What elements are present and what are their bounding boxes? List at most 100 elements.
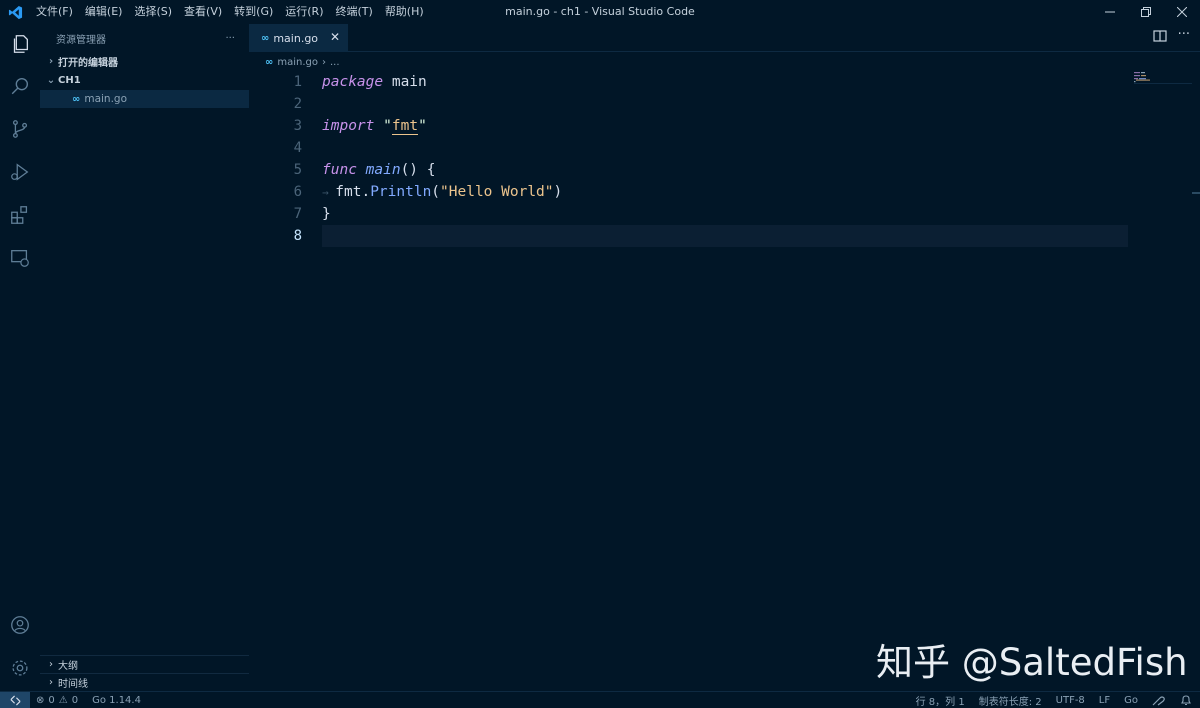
code-line[interactable]: import "fmt": [322, 115, 1128, 137]
accounts-button[interactable]: [0, 607, 40, 643]
code-line[interactable]: }: [322, 203, 1128, 225]
line-number: 3: [293, 118, 302, 134]
encoding[interactable]: UTF-8: [1056, 695, 1085, 706]
go-version[interactable]: Go 1.14.4: [92, 695, 141, 706]
editor-actions: ···: [1152, 28, 1190, 44]
code-line-current[interactable]: [322, 225, 1128, 247]
watermark: 知乎 @SaltedFish: [876, 641, 1188, 684]
quote-token: ": [383, 118, 392, 134]
extensions-button[interactable]: [0, 197, 40, 233]
quote-token: ": [418, 118, 427, 134]
menu-view[interactable]: 查看(V): [178, 0, 228, 24]
code-line[interactable]: → fmt.Println("Hello World"): [322, 181, 1128, 203]
scrollbar-marker[interactable]: [1192, 192, 1200, 194]
folder-label: CH1: [58, 75, 81, 86]
code-line[interactable]: package main: [322, 71, 1128, 93]
minimap[interactable]: [1134, 71, 1192, 91]
explorer-sidebar: 资源管理器 ··· › 打开的编辑器 ⌄ CH1 ∞ main.go › 大纲 …: [40, 24, 249, 691]
punctuation-token: .: [361, 184, 371, 200]
timeline-section[interactable]: › 时间线: [40, 673, 249, 691]
close-window-button[interactable]: [1164, 0, 1200, 24]
menu-selection[interactable]: 选择(S): [128, 0, 178, 24]
feedback-icon[interactable]: [1152, 694, 1166, 706]
tab-main-go[interactable]: ∞ main.go ✕: [249, 24, 348, 52]
code-line[interactable]: [322, 93, 1128, 115]
run-debug-icon: [11, 163, 29, 181]
sidebar-title: 资源管理器: [56, 34, 106, 46]
menu-edit[interactable]: 编辑(E): [79, 0, 129, 24]
activity-bar: [0, 24, 40, 691]
tab-label: main.go: [273, 31, 319, 45]
punctuation-token: ): [553, 184, 563, 200]
menu-run[interactable]: 运行(R): [279, 0, 329, 24]
sidebar-header: 资源管理器 ···: [40, 24, 249, 52]
menu-terminal[interactable]: 终端(T): [330, 0, 379, 24]
code-editor[interactable]: package main import "fmt" func main() { …: [322, 71, 1128, 247]
remote-explorer-icon: [11, 250, 29, 267]
punctuation-token: () {: [400, 162, 436, 178]
line-number: 6: [293, 184, 302, 200]
manage-button[interactable]: [0, 650, 40, 686]
go-file-icon: ∞: [72, 93, 80, 105]
keyword-token: import: [322, 118, 375, 134]
punctuation-token: (: [431, 184, 441, 200]
more-actions-icon[interactable]: ···: [1178, 28, 1190, 44]
more-actions-icon[interactable]: ···: [225, 33, 235, 44]
warning-icon: ⚠: [58, 694, 68, 706]
source-control-button[interactable]: [0, 111, 40, 147]
remote-indicator-button[interactable]: [0, 691, 30, 708]
folder-ch1[interactable]: ⌄ CH1: [40, 71, 249, 90]
language-mode[interactable]: Go: [1124, 695, 1138, 706]
remote-icon: [9, 694, 21, 706]
string-token: fmt: [391, 118, 419, 135]
restore-icon: [1141, 7, 1151, 17]
run-debug-button[interactable]: [0, 154, 40, 190]
breadcrumb-more[interactable]: ...: [330, 57, 340, 68]
source-control-icon: [12, 120, 28, 138]
keyword-token: func: [322, 162, 357, 178]
menu-help[interactable]: 帮助(H): [379, 0, 430, 24]
breadcrumb-file[interactable]: main.go: [277, 57, 318, 68]
go-file-icon: ∞: [261, 32, 269, 44]
search-button[interactable]: [0, 68, 40, 104]
split-editor-icon[interactable]: [1152, 28, 1168, 44]
go-file-icon: ∞: [265, 56, 273, 68]
explorer-button[interactable]: [0, 26, 40, 62]
menu-go[interactable]: 转到(G): [228, 0, 279, 24]
end-of-line[interactable]: LF: [1099, 695, 1110, 706]
warning-count: 0: [71, 694, 79, 706]
outline-label: 大纲: [58, 661, 78, 672]
line-number-gutter: 1 2 3 4 5 6 7 8: [252, 71, 302, 247]
keyword-token: package: [322, 74, 384, 90]
close-tab-icon[interactable]: ✕: [330, 30, 340, 44]
open-editors-section[interactable]: › 打开的编辑器: [40, 52, 249, 71]
identifier-token: main: [383, 74, 427, 90]
editor-tabs: ∞ main.go ✕ ···: [249, 24, 1200, 52]
line-number: 2: [293, 96, 302, 112]
function-name-token: main: [365, 162, 401, 178]
restore-button[interactable]: [1128, 0, 1164, 24]
timeline-label: 时间线: [58, 679, 88, 690]
notifications-icon[interactable]: [1180, 694, 1192, 706]
close-icon: [1177, 7, 1187, 17]
line-number: 4: [293, 140, 302, 156]
cursor-position[interactable]: 行 8，列 1: [916, 693, 965, 708]
files-icon: [13, 35, 28, 53]
code-line[interactable]: [322, 137, 1128, 159]
tab-size[interactable]: 制表符长度: 2: [979, 693, 1042, 708]
menu-bar: 文件(F) 编辑(E) 选择(S) 查看(V) 转到(G) 运行(R) 终端(T…: [30, 0, 430, 24]
file-item-main-go[interactable]: ∞ main.go: [40, 90, 249, 108]
window-controls: [1092, 0, 1200, 24]
chevron-right-icon: ›: [49, 677, 53, 688]
method-token: Println: [370, 184, 432, 200]
error-icon: ⊗: [36, 694, 45, 706]
outline-section[interactable]: › 大纲: [40, 655, 249, 673]
line-number: 1: [293, 74, 302, 90]
code-line[interactable]: func main() {: [322, 159, 1128, 181]
problems-indicator[interactable]: ⊗ 0 ⚠ 0 Go 1.14.4: [30, 695, 141, 706]
minimize-button[interactable]: [1092, 0, 1128, 24]
search-icon: [11, 77, 29, 95]
menu-file[interactable]: 文件(F): [30, 0, 79, 24]
remote-explorer-button[interactable]: [0, 240, 40, 276]
extensions-icon: [11, 206, 28, 224]
